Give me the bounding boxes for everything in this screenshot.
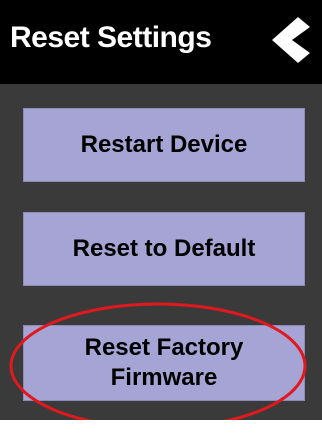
back-button[interactable] — [264, 12, 316, 68]
reset-factory-firmware-label: Reset Factory Firmware — [85, 333, 244, 393]
restart-device-label: Restart Device — [80, 131, 248, 158]
reset-settings-screen: Reset Settings Restart Device Reset to D… — [0, 0, 322, 436]
reset-factory-firmware-button[interactable]: Reset Factory Firmware — [23, 325, 305, 401]
bottom-margin — [0, 420, 322, 436]
page-title: Reset Settings — [10, 21, 212, 54]
factory-label-line1: Reset Factory — [84, 334, 244, 361]
restart-device-button[interactable]: Restart Device — [23, 108, 305, 182]
header-bar: Reset Settings — [0, 0, 322, 84]
reset-to-default-button[interactable]: Reset to Default — [23, 212, 305, 286]
chevron-left-icon — [272, 17, 310, 63]
factory-label-line2: Firmware — [110, 364, 218, 391]
reset-to-default-label: Reset to Default — [72, 235, 256, 262]
